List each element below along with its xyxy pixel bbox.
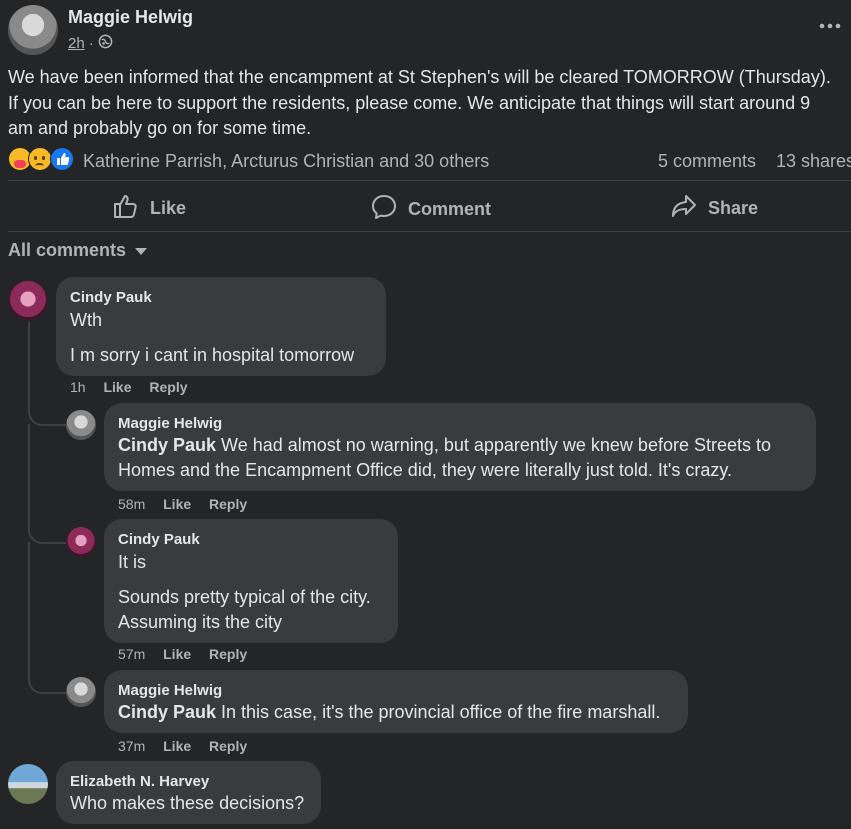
comment-author[interactable]: Elizabeth N. Harvey — [70, 773, 209, 790]
divider — [8, 180, 851, 181]
post-author-avatar[interactable] — [8, 5, 58, 55]
comment-bubble: Cindy Pauk It is Sounds pretty typical o… — [104, 519, 398, 643]
comment-text: Cindy Pauk In this case, it's the provin… — [118, 702, 660, 723]
comment-text: I m sorry i cant in hospital tomorrow — [70, 345, 355, 365]
comment-text-span: We had almost no warning, but apparently… — [216, 435, 772, 455]
comment-like-link[interactable]: Like — [103, 379, 131, 395]
comment-meta: 1h Like Reply — [70, 379, 202, 395]
post-body-line: We have been informed that the encampmen… — [8, 67, 831, 87]
comment-meta: 58m Like Reply — [118, 496, 261, 512]
share-button[interactable]: Share — [670, 193, 758, 224]
comment-time[interactable]: 1h — [70, 379, 86, 395]
comment-text: Who makes these decisions? — [70, 793, 305, 813]
globe-icon — [98, 34, 113, 53]
comments-filter[interactable]: All comments — [8, 240, 148, 261]
avatar[interactable] — [66, 677, 96, 707]
comments-filter-label: All comments — [8, 240, 127, 260]
avatar[interactable] — [66, 527, 96, 557]
avatar[interactable] — [66, 410, 96, 440]
comment-text: Assuming its the city — [118, 612, 283, 632]
thumbs-up-icon — [112, 193, 140, 224]
comment-text: Sounds pretty typical of the city. — [118, 587, 371, 607]
comment-reply-link[interactable]: Reply — [149, 379, 187, 395]
post-author-name[interactable]: Maggie Helwig — [68, 7, 193, 28]
avatar[interactable] — [8, 764, 48, 804]
divider — [8, 231, 851, 232]
comment-author[interactable]: Cindy Pauk — [118, 531, 200, 548]
comment-time[interactable]: 57m — [118, 646, 145, 662]
comments-count[interactable]: 5 comments — [658, 151, 756, 172]
comment-bubble: Maggie Helwig Cindy Pauk In this case, i… — [104, 670, 688, 733]
comment-reply-link[interactable]: Reply — [209, 496, 247, 512]
post-meta: 2h · — [68, 34, 113, 53]
comment-text: It is — [118, 552, 147, 572]
like-button[interactable]: Like — [112, 193, 186, 224]
comment-bubble: Cindy Pauk Wth I m sorry i cant in hospi… — [56, 277, 386, 376]
comment-button[interactable]: Comment — [370, 193, 491, 226]
comment-like-link[interactable]: Like — [163, 738, 191, 754]
shares-count[interactable]: 13 shares — [776, 151, 851, 172]
thread-line — [28, 424, 66, 544]
speech-bubble-icon — [370, 193, 398, 226]
comment-meta: 57m Like Reply — [118, 646, 261, 662]
comment-reply-link[interactable]: Reply — [209, 738, 247, 754]
comment-bubble: Maggie Helwig Cindy Pauk We had almost n… — [104, 403, 816, 491]
reaction-icons[interactable] — [8, 147, 76, 171]
comment-author[interactable]: Cindy Pauk — [70, 289, 152, 306]
post-body-line: If you can be here to support the reside… — [8, 93, 811, 113]
comment-text-span: In this case, it's the provincial office… — [216, 702, 661, 722]
avatar[interactable] — [8, 281, 48, 321]
comment-bubble: Elizabeth N. Harvey Who makes these deci… — [56, 761, 321, 824]
comment-text: Cindy Pauk We had almost no warning, but… — [118, 435, 771, 456]
share-label: Share — [708, 198, 759, 218]
thread-line — [28, 542, 66, 694]
comment-reply-link[interactable]: Reply — [209, 646, 247, 662]
mention-link[interactable]: Cindy Pauk — [118, 435, 216, 455]
sad-reaction-icon — [28, 147, 52, 171]
comment-label: Comment — [408, 199, 492, 219]
comment-like-link[interactable]: Like — [163, 496, 191, 512]
reactions-summary[interactable]: Katherine Parrish, Arcturus Christian an… — [83, 151, 489, 172]
comment-text: Wth — [70, 310, 103, 330]
post-body-line: am and probably go on for some time. — [8, 118, 312, 138]
caret-down-icon — [134, 240, 148, 261]
like-reaction-icon — [50, 147, 74, 171]
like-label: Like — [150, 198, 187, 218]
comment-text: Homes and the Encampment Office did, the… — [118, 460, 733, 480]
meta-separator: · — [88, 35, 94, 52]
comment-time[interactable]: 58m — [118, 496, 145, 512]
comment-author[interactable]: Maggie Helwig — [118, 682, 222, 699]
share-arrow-icon — [670, 193, 698, 224]
comment-meta: 37m Like Reply — [118, 738, 261, 754]
more-options-icon[interactable] — [818, 16, 842, 36]
mention-link[interactable]: Cindy Pauk — [118, 702, 216, 722]
comment-time[interactable]: 37m — [118, 738, 145, 754]
comment-author[interactable]: Maggie Helwig — [118, 415, 222, 432]
post-time[interactable]: 2h — [68, 35, 85, 52]
comment-like-link[interactable]: Like — [163, 646, 191, 662]
